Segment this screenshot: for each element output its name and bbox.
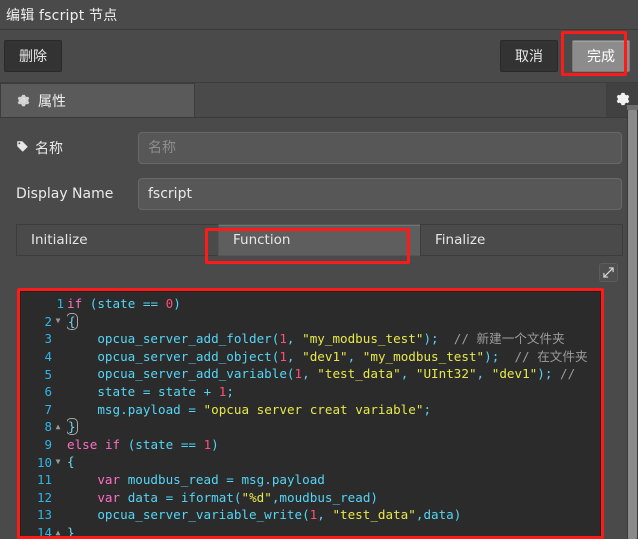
gutter-line: 11 bbox=[21, 471, 67, 489]
display-name-label-text: Display Name bbox=[16, 186, 113, 202]
line-number: 7 bbox=[44, 402, 52, 417]
gutter-line: 2▼ bbox=[21, 313, 67, 331]
tag-icon bbox=[16, 140, 29, 157]
fold-toggle-icon[interactable]: ▼ bbox=[52, 458, 64, 466]
code-line: opcua_server_add_variable(1, "test_data"… bbox=[67, 365, 600, 383]
code-line: var data = iformat("%d",moudbus_read) bbox=[67, 489, 600, 507]
line-number: 13 bbox=[37, 507, 52, 522]
gutter-line: 13 bbox=[21, 506, 67, 524]
tab-properties[interactable]: 属性 bbox=[0, 83, 195, 117]
gutter-line: 8▲ bbox=[21, 418, 67, 436]
code-line: opcua_server_add_object(1, "dev1", "my_m… bbox=[67, 348, 600, 366]
scrollbar-thumb[interactable] bbox=[628, 110, 637, 539]
line-number: 14 bbox=[37, 525, 52, 539]
name-label: 名称 bbox=[16, 138, 138, 158]
gutter-line: 7 bbox=[21, 401, 67, 419]
properties-form: 名称 Display Name bbox=[0, 118, 638, 210]
line-number: 5 bbox=[44, 367, 52, 382]
dialog-title-bar: 编辑 fscript 节点 bbox=[0, 0, 638, 30]
line-number: 6 bbox=[44, 384, 52, 399]
line-number: 10 bbox=[37, 455, 52, 470]
line-number: 4 bbox=[44, 349, 52, 364]
gutter-line: 3 bbox=[21, 330, 67, 348]
cancel-button[interactable]: 取消 bbox=[500, 40, 558, 73]
line-number: 2 bbox=[44, 314, 52, 329]
property-tab-strip: 属性 bbox=[0, 83, 638, 118]
tab-function[interactable]: Function bbox=[218, 224, 421, 256]
done-button[interactable]: 完成 bbox=[572, 40, 630, 73]
line-number: 12 bbox=[37, 490, 52, 505]
code-line: opcua_server_add_folder(1, "my_modbus_te… bbox=[67, 330, 600, 348]
fold-toggle-icon[interactable]: ▼ bbox=[52, 317, 64, 325]
gutter-line: 12 bbox=[21, 489, 67, 507]
gutter-line: 1 bbox=[21, 295, 67, 313]
line-number: 9 bbox=[44, 437, 52, 452]
code-line: msg.payload = "opcua server creat variab… bbox=[67, 401, 600, 419]
gutter-line: 14▲ bbox=[21, 524, 67, 539]
editor-tab-strip: Initialize Function Finalize bbox=[0, 224, 638, 256]
code-line: if (state == 0) bbox=[67, 295, 600, 313]
code-line: state = state + 1; bbox=[67, 383, 600, 401]
code-line: else if (state == 1) bbox=[67, 436, 600, 454]
code-line: { bbox=[67, 453, 600, 471]
gutter-line: 4 bbox=[21, 348, 67, 366]
display-name-input[interactable] bbox=[138, 178, 622, 210]
fold-toggle-icon[interactable]: ▲ bbox=[52, 529, 64, 537]
delete-button[interactable]: 删除 bbox=[4, 40, 62, 73]
tab-properties-label: 属性 bbox=[38, 91, 66, 111]
name-input[interactable] bbox=[138, 132, 622, 164]
property-tab-filler bbox=[195, 83, 606, 117]
name-row: 名称 bbox=[16, 132, 622, 164]
expand-diagonal-icon[interactable] bbox=[599, 263, 618, 282]
editor-code-area[interactable]: if (state == 0){ opcua_server_add_folder… bbox=[67, 292, 600, 538]
gutter-line: 10▼ bbox=[21, 453, 67, 471]
line-number: 8 bbox=[44, 419, 52, 434]
editor-gutter: 1 2▼ 3 4 5 6 7 8▲ 9 10▼ 11 12 13 14▲ bbox=[21, 292, 67, 538]
code-editor[interactable]: 1 2▼ 3 4 5 6 7 8▲ 9 10▼ 11 12 13 14▲ if … bbox=[20, 291, 601, 539]
dialog-button-bar: 删除 取消 完成 bbox=[0, 30, 638, 83]
line-number: 1 bbox=[56, 296, 64, 311]
line-number: 11 bbox=[37, 472, 52, 487]
tab-initialize[interactable]: Initialize bbox=[16, 224, 219, 256]
gutter-line: 6 bbox=[21, 383, 67, 401]
editor-toolbar bbox=[0, 259, 638, 285]
code-line: { bbox=[67, 313, 600, 331]
line-number: 3 bbox=[44, 331, 52, 346]
code-line: } bbox=[67, 418, 600, 436]
gutter-line: 5 bbox=[21, 365, 67, 383]
display-name-row: Display Name bbox=[16, 178, 622, 210]
display-name-label: Display Name bbox=[16, 186, 138, 202]
page-title: 编辑 fscript 节点 bbox=[6, 5, 117, 25]
code-line: opcua_server_variable_write(1, "test_dat… bbox=[67, 506, 600, 524]
gear-icon bbox=[17, 94, 30, 107]
fold-toggle-icon[interactable]: ▲ bbox=[52, 423, 64, 431]
tab-finalize[interactable]: Finalize bbox=[420, 224, 623, 256]
name-label-text: 名称 bbox=[35, 138, 63, 158]
edit-node-dialog: 编辑 fscript 节点 删除 取消 完成 属性 bbox=[0, 0, 638, 539]
code-line: var moudbus_read = msg.payload bbox=[67, 471, 600, 489]
code-line: } bbox=[67, 524, 600, 538]
gutter-line: 9 bbox=[21, 436, 67, 454]
vertical-scrollbar[interactable] bbox=[627, 110, 638, 539]
